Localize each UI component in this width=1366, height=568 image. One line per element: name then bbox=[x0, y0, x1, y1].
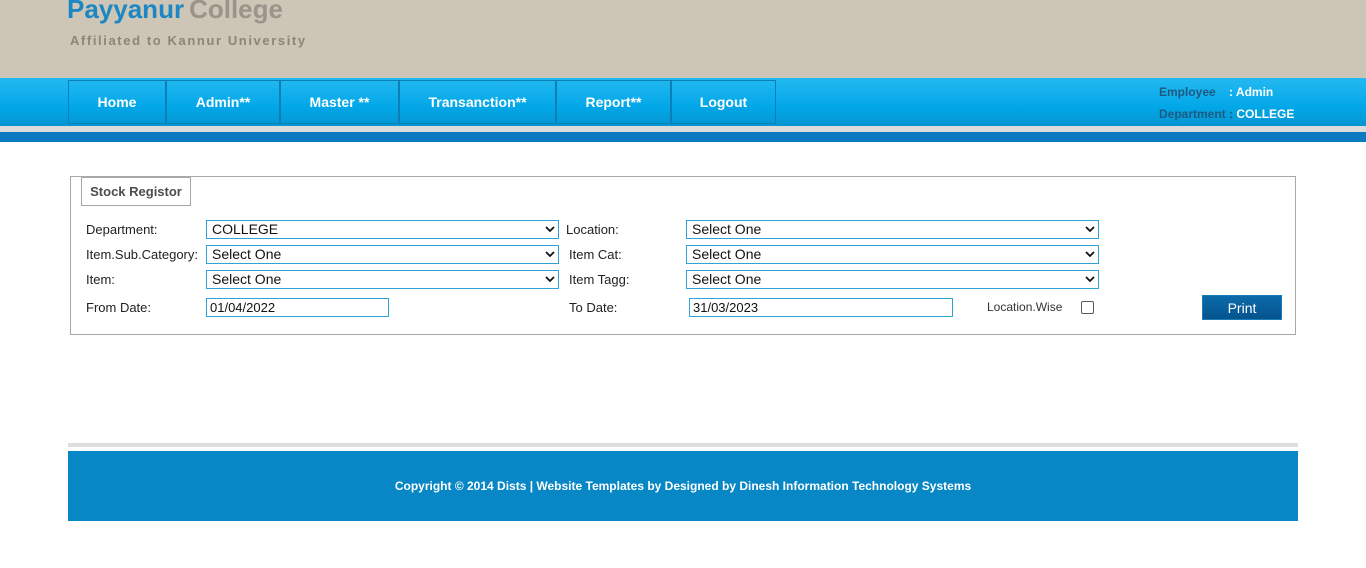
panel-title: Stock Registor bbox=[81, 177, 191, 206]
itemcat-select[interactable]: Select One bbox=[686, 245, 1099, 264]
footer-copyright: Copyright © 2014 Dists | Website Templat… bbox=[394, 479, 972, 493]
nav-home[interactable]: Home bbox=[68, 80, 166, 124]
itemtagg-select[interactable]: Select One bbox=[686, 270, 1099, 289]
subcategory-select-value: Select One bbox=[212, 246, 282, 262]
subcategory-select[interactable]: Select One bbox=[206, 245, 559, 264]
tagline: Affiliated to Kannur University bbox=[70, 33, 307, 48]
nav-admin[interactable]: Admin** bbox=[166, 80, 280, 124]
print-button[interactable]: Print bbox=[1202, 295, 1282, 320]
itemcat-field-label: Item Cat: bbox=[569, 247, 622, 262]
logo-name: Payyanur bbox=[67, 0, 185, 24]
chevron-down-icon bbox=[1085, 276, 1095, 283]
nav-logout[interactable]: Logout bbox=[671, 80, 776, 124]
footer: Copyright © 2014 Dists | Website Templat… bbox=[68, 451, 1298, 521]
logo-college-word: College bbox=[189, 0, 283, 24]
from-date-input[interactable]: 01/04/2022 bbox=[206, 298, 389, 317]
department-info: Department : COLLEGE bbox=[1159, 107, 1294, 121]
chevron-down-icon bbox=[545, 276, 555, 283]
location-wise-label: Location.Wise bbox=[987, 300, 1063, 314]
location-select-value: Select One bbox=[692, 221, 762, 237]
item-field-label: Item: bbox=[86, 272, 115, 287]
location-select[interactable]: Select One bbox=[686, 220, 1099, 239]
department-label: Department : bbox=[1159, 107, 1234, 121]
department-select[interactable]: COLLEGE bbox=[206, 220, 559, 239]
itemcat-select-value: Select One bbox=[692, 246, 762, 262]
item-select-value: Select One bbox=[212, 271, 282, 287]
employee-label: Employee bbox=[1159, 85, 1216, 99]
itemtagg-select-value: Select One bbox=[692, 271, 762, 287]
chevron-down-icon bbox=[545, 226, 555, 233]
location-wise-checkbox[interactable] bbox=[1081, 301, 1094, 314]
to-date-input[interactable]: 31/03/2023 bbox=[689, 298, 953, 317]
itemtagg-field-label: Item Tagg: bbox=[569, 272, 630, 287]
nav-report[interactable]: Report** bbox=[556, 80, 671, 124]
department-value: COLLEGE bbox=[1236, 107, 1295, 121]
employee-value: : Admin bbox=[1229, 85, 1274, 99]
item-select[interactable]: Select One bbox=[206, 270, 559, 289]
employee-info: Employee : Admin bbox=[1159, 85, 1273, 99]
nav-transanction[interactable]: Transanction** bbox=[399, 80, 556, 124]
chevron-down-icon bbox=[1085, 226, 1095, 233]
department-field-label: Department: bbox=[86, 222, 158, 237]
college-logo: Payyanur College bbox=[67, 0, 283, 25]
nav-master[interactable]: Master ** bbox=[280, 80, 399, 124]
todate-field-label: To Date: bbox=[569, 300, 618, 315]
footer-divider bbox=[68, 443, 1298, 447]
chevron-down-icon bbox=[1085, 251, 1095, 258]
divider-blue bbox=[0, 132, 1366, 142]
chevron-down-icon bbox=[545, 251, 555, 258]
location-field-label: Location: bbox=[566, 222, 619, 237]
fromdate-field-label: From Date: bbox=[86, 300, 152, 315]
subcategory-field-label: Item.Sub.Category: bbox=[86, 247, 198, 262]
department-select-value: COLLEGE bbox=[212, 221, 279, 237]
